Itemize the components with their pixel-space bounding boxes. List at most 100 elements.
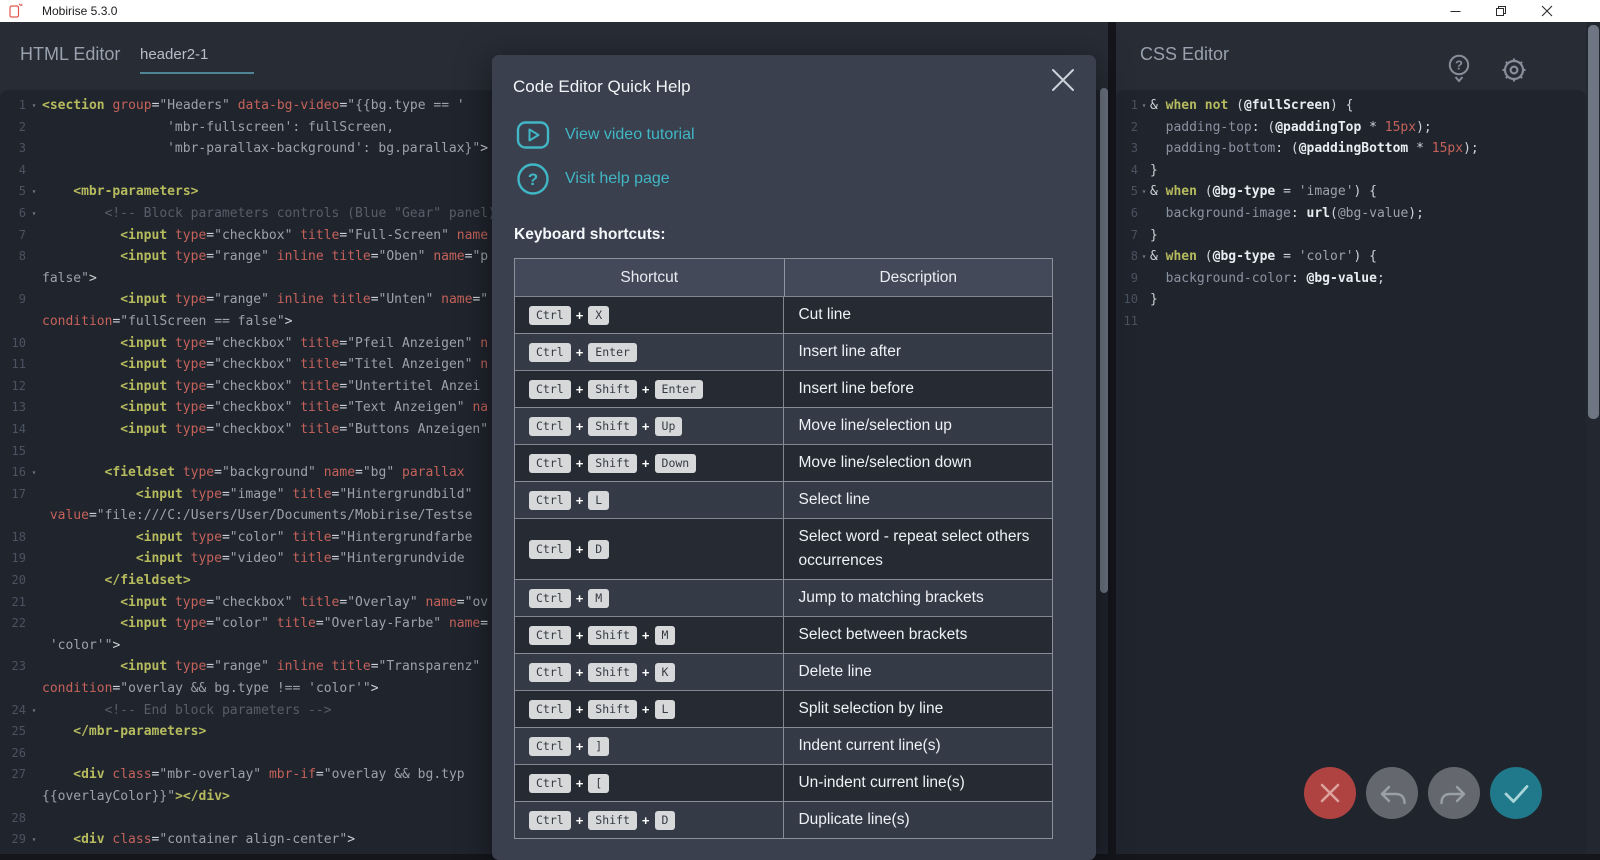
plus-separator: + — [576, 493, 584, 508]
modal-title: Code Editor Quick Help — [513, 77, 691, 97]
code-line: 7} — [1116, 225, 1586, 247]
app-logo-icon — [8, 3, 24, 19]
shortcut-cell: Ctrl + L — [515, 482, 783, 518]
css-editor-scrollbar-track[interactable] — [1586, 22, 1600, 854]
shortcut-cell: Ctrl+Shift+L — [515, 691, 783, 727]
kbd-key: K — [655, 663, 676, 682]
kbd-key: X — [588, 306, 609, 325]
shortcuts-table: Shortcut Description Ctrl+XCut lineCtrl+… — [514, 258, 1053, 839]
code-line: 1▾& when not (@fullScreen) { — [1116, 95, 1586, 117]
shortcut-cell: Ctrl+D — [515, 519, 783, 579]
description-cell: Insert line after — [783, 334, 1052, 370]
description-cell: Insert line before — [783, 371, 1052, 407]
kbd-key: Ctrl — [529, 417, 571, 436]
close-icon[interactable] — [1050, 67, 1076, 93]
kbd-key: Ctrl — [529, 306, 571, 325]
video-tutorial-label: View video tutorial — [565, 126, 695, 144]
kbd-key: M — [588, 589, 609, 608]
kbd-key: Shift — [588, 454, 637, 473]
discard-button[interactable] — [1304, 767, 1356, 819]
plus-separator: + — [576, 542, 584, 557]
kbd-key: Ctrl — [529, 774, 571, 793]
table-row: Ctrl+LSelect line — [515, 481, 1052, 518]
gear-icon[interactable] — [1498, 54, 1530, 91]
kbd-key: Shift — [588, 380, 637, 399]
kbd-key: [ — [588, 774, 609, 793]
kbd-key: Ctrl — [529, 491, 571, 510]
kbd-key: Enter — [655, 380, 704, 399]
kbd-key: Shift — [588, 417, 637, 436]
table-row: Ctrl+[Un-indent current line(s) — [515, 764, 1052, 801]
restore-button[interactable] — [1478, 0, 1524, 22]
table-row: Ctrl+Shift+KDelete line — [515, 653, 1052, 690]
shortcut-cell: Ctrl + [ — [515, 765, 783, 801]
description-cell: Move line/selection down — [783, 445, 1052, 481]
close-window-button[interactable] — [1524, 0, 1570, 22]
apply-button[interactable] — [1490, 767, 1542, 819]
kbd-key: Shift — [588, 626, 637, 645]
table-row: Ctrl+Shift+UpMove line/selection up — [515, 407, 1052, 444]
plus-separator: + — [576, 345, 584, 360]
plus-separator: + — [576, 702, 584, 717]
shortcut-cell: Ctrl+Enter — [515, 334, 783, 370]
css-editor-scrollbar-thumb[interactable] — [1588, 25, 1599, 419]
shortcut-cell: Ctrl+Shift+K — [515, 654, 783, 690]
kbd-key: Down — [655, 454, 697, 473]
plus-separator: + — [576, 419, 584, 434]
description-cell: Move line/selection up — [783, 408, 1052, 444]
plus-separator: + — [642, 382, 650, 397]
code-line: 3padding-bottom: (@paddingBottom * 15px)… — [1116, 138, 1586, 160]
kbd-key: Ctrl — [529, 700, 571, 719]
kbd-key: Ctrl — [529, 626, 571, 645]
plus-separator: + — [576, 591, 584, 606]
window-title: Mobirise 5.3.0 — [42, 4, 117, 18]
help-page-link[interactable]: ? Visit help page — [516, 162, 670, 196]
kbd-key: Ctrl — [529, 663, 571, 682]
undo-button[interactable] — [1366, 767, 1418, 819]
plus-separator: + — [642, 628, 650, 643]
kbd-key: Shift — [588, 663, 637, 682]
description-cell: Duplicate line(s) — [783, 802, 1052, 838]
kbd-key: ] — [588, 737, 609, 756]
kbd-key: Enter — [588, 343, 637, 362]
description-column-header: Description — [784, 259, 1053, 296]
table-row: Ctrl+Shift+DDuplicate line(s) — [515, 801, 1052, 838]
code-line: 8▾& when (@bg-type = 'color') { — [1116, 246, 1586, 268]
plus-separator: + — [576, 776, 584, 791]
redo-button[interactable] — [1428, 767, 1480, 819]
css-code-area[interactable]: 1▾& when not (@fullScreen) {2padding-top… — [1116, 90, 1586, 854]
help-icon[interactable]: ? — [1446, 54, 1472, 89]
table-row: Ctrl+DSelect word - repeat select others… — [515, 518, 1052, 579]
html-editor-scrollbar-thumb[interactable] — [1100, 88, 1108, 593]
shortcut-cell: Ctrl+Shift+Up — [515, 408, 783, 444]
shortcut-cell: Ctrl+M — [515, 580, 783, 616]
description-cell: Select word - repeat select others occur… — [783, 519, 1052, 579]
css-editor-panel: CSS Editor ? 1▾& when not (@fullScreen) … — [1116, 22, 1600, 854]
plus-separator: + — [576, 628, 584, 643]
tab-header2-1[interactable]: header2-1 — [140, 46, 254, 74]
shortcut-cell: Ctrl+] — [515, 728, 783, 764]
description-cell: Split selection by line — [783, 691, 1052, 727]
plus-separator: + — [576, 382, 584, 397]
description-cell: Jump to matching brackets — [783, 580, 1052, 616]
video-tutorial-link[interactable]: View video tutorial — [516, 118, 695, 152]
kbd-key: D — [655, 811, 676, 830]
help-page-label: Visit help page — [565, 170, 670, 188]
plus-separator: + — [642, 702, 650, 717]
shortcut-cell: Ctrl+Shift+Down — [515, 445, 783, 481]
mobirise-window: { "window": { "title": "Mobirise 5.3.0" … — [0, 0, 1600, 854]
kbd-key: Ctrl — [529, 737, 571, 756]
plus-separator: + — [576, 665, 584, 680]
code-line: 4} — [1116, 160, 1586, 182]
action-bar — [1304, 767, 1542, 819]
minimize-button[interactable] — [1432, 0, 1478, 22]
kbd-key: L — [588, 491, 609, 510]
plus-separator: + — [576, 813, 584, 828]
shortcut-cell: Ctrl+Shift+D — [515, 802, 783, 838]
table-row: Ctrl+Shift+MSelect between brackets — [515, 616, 1052, 653]
plus-separator: + — [642, 456, 650, 471]
table-row: Ctrl+MJump to matching brackets — [515, 579, 1052, 616]
svg-text:?: ? — [1455, 58, 1463, 73]
plus-separator: + — [576, 308, 584, 323]
shortcut-cell: Ctrl + X — [515, 297, 783, 333]
